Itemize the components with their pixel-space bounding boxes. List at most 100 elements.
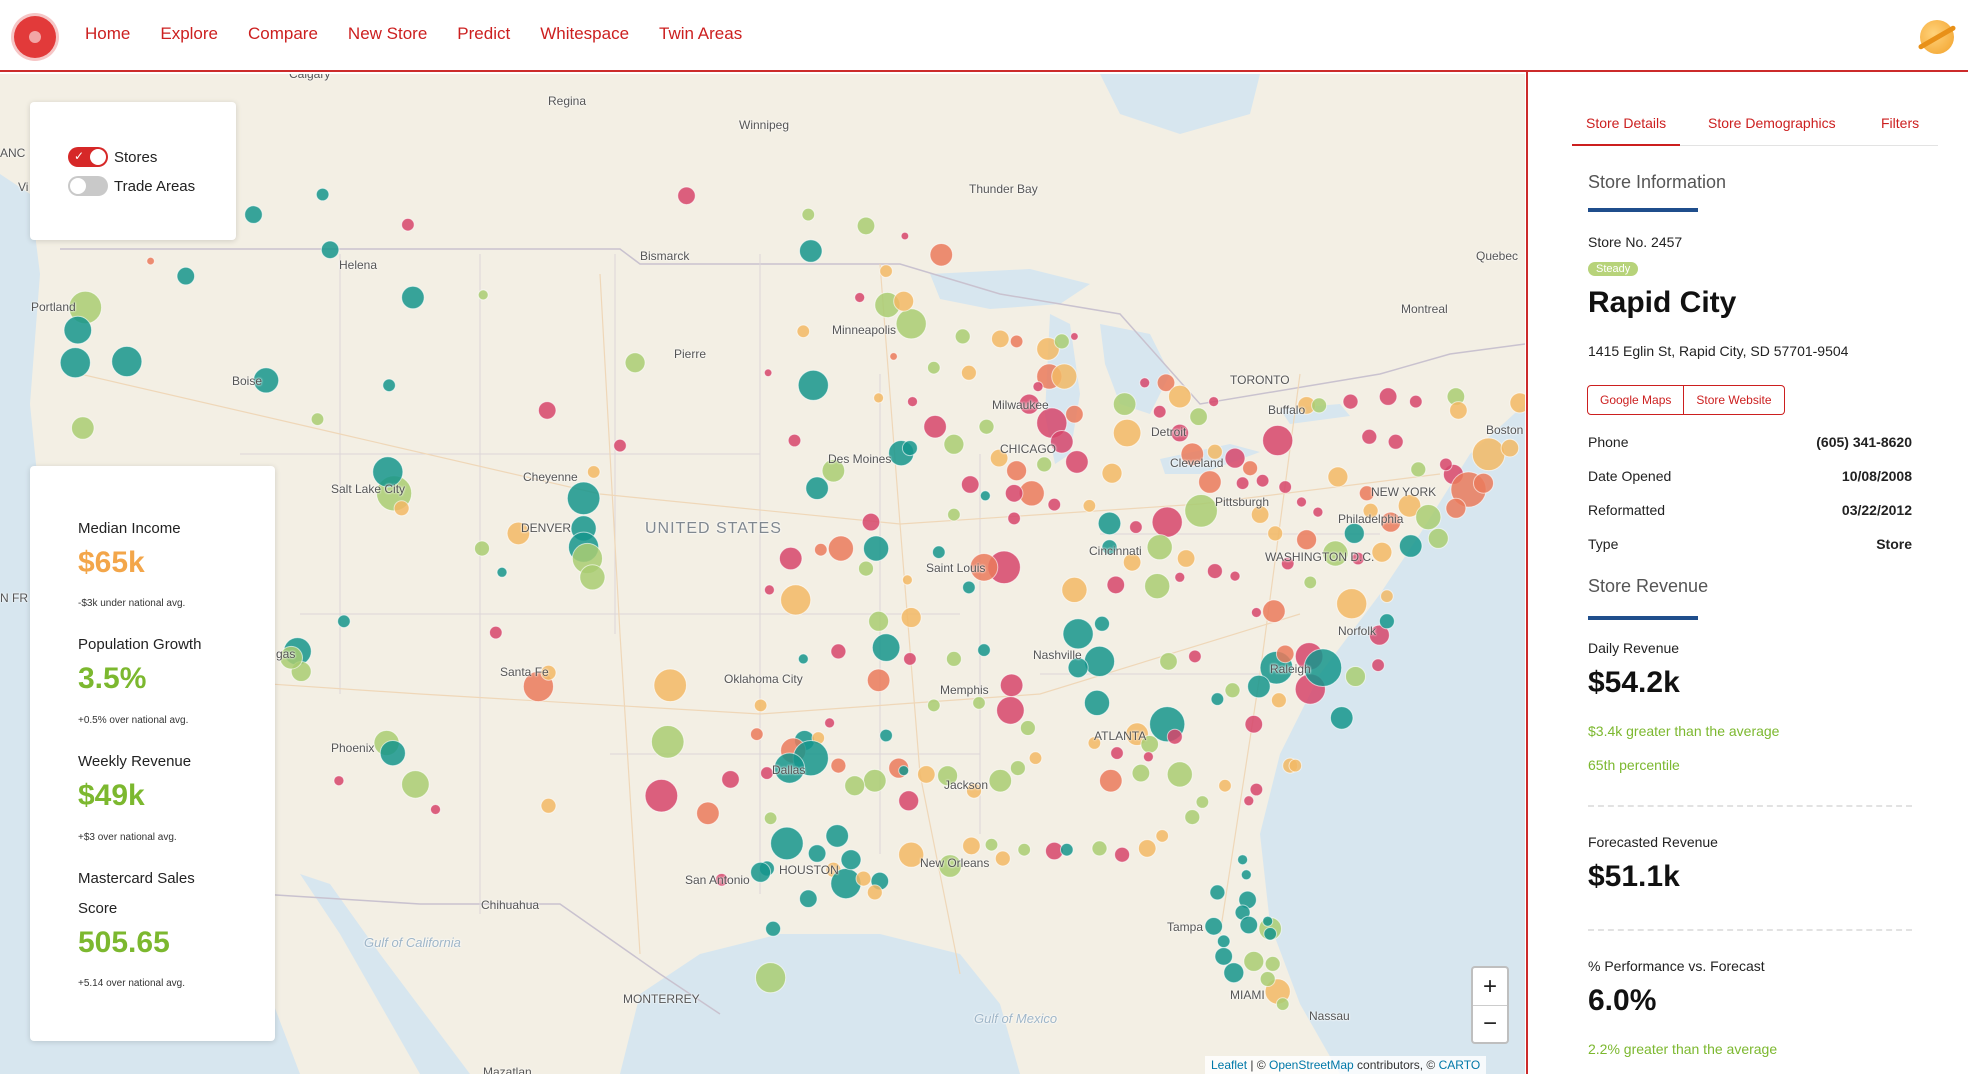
store-marker[interactable] <box>889 352 898 361</box>
store-marker[interactable] <box>1065 404 1084 424</box>
store-marker[interactable] <box>579 564 606 591</box>
store-marker[interactable] <box>1223 962 1245 984</box>
google-maps-button[interactable]: Google Maps <box>1587 385 1685 415</box>
store-marker[interactable] <box>927 698 941 713</box>
store-marker[interactable] <box>1174 571 1186 583</box>
store-marker[interactable] <box>1006 460 1028 482</box>
store-marker[interactable] <box>1509 392 1525 414</box>
store-marker[interactable] <box>827 535 855 562</box>
store-marker[interactable] <box>1445 497 1467 519</box>
store-marker[interactable] <box>1378 387 1398 406</box>
store-marker[interactable] <box>1099 768 1123 793</box>
store-marker[interactable] <box>477 289 489 301</box>
store-marker[interactable] <box>1112 418 1142 448</box>
store-marker[interactable] <box>1144 572 1171 600</box>
store-marker[interactable] <box>1168 384 1192 409</box>
store-marker[interactable] <box>863 535 890 562</box>
store-marker[interactable] <box>1500 438 1520 458</box>
store-marker[interactable] <box>1206 563 1223 580</box>
store-marker[interactable] <box>825 824 850 848</box>
store-marker[interactable] <box>977 643 991 657</box>
store-marker[interactable] <box>1198 470 1222 494</box>
store-marker[interactable] <box>962 580 976 595</box>
store-marker[interactable] <box>1101 462 1123 484</box>
store-marker[interactable] <box>763 811 778 826</box>
store-marker[interactable] <box>1007 511 1021 526</box>
store-marker[interactable] <box>540 797 557 814</box>
store-marker[interactable] <box>805 476 829 501</box>
store-marker[interactable] <box>796 324 811 339</box>
store-marker[interactable] <box>586 465 601 479</box>
store-marker[interactable] <box>379 740 406 767</box>
store-marker[interactable] <box>63 315 93 345</box>
store-marker[interactable] <box>1032 381 1044 393</box>
store-marker[interactable] <box>696 801 720 826</box>
store-marker[interactable] <box>1244 714 1264 734</box>
store-marker[interactable] <box>1427 527 1449 549</box>
store-marker[interactable] <box>1009 334 1024 349</box>
store-marker[interactable] <box>960 364 977 381</box>
store-marker[interactable] <box>111 345 143 378</box>
store-marker[interactable] <box>871 633 901 662</box>
store-marker[interactable] <box>879 728 893 743</box>
store-marker[interactable] <box>1091 840 1108 857</box>
store-marker[interactable] <box>146 256 155 266</box>
store-marker[interactable] <box>954 328 971 345</box>
store-marker[interactable] <box>898 765 910 777</box>
store-marker[interactable] <box>988 768 1013 793</box>
store-marker[interactable] <box>613 438 627 453</box>
store-marker[interactable] <box>1070 332 1079 341</box>
store-marker[interactable] <box>1129 520 1143 534</box>
store-marker[interactable] <box>903 652 917 666</box>
store-marker[interactable] <box>1061 576 1088 604</box>
store-marker[interactable] <box>900 607 922 628</box>
store-marker[interactable] <box>1415 504 1442 531</box>
store-marker[interactable] <box>1224 447 1246 469</box>
store-marker[interactable] <box>1114 846 1131 863</box>
store-marker[interactable] <box>1060 842 1074 857</box>
store-marker[interactable] <box>929 243 954 267</box>
store-marker[interactable] <box>1047 497 1062 512</box>
store-marker[interactable] <box>927 360 941 375</box>
store-marker[interactable] <box>830 643 847 660</box>
store-marker[interactable] <box>1371 541 1393 563</box>
store-marker[interactable] <box>1146 534 1173 561</box>
store-marker[interactable] <box>1210 692 1225 706</box>
store-marker[interactable] <box>1410 461 1427 478</box>
store-marker[interactable] <box>1263 927 1277 941</box>
store-marker[interactable] <box>901 440 918 457</box>
store-marker[interactable] <box>1017 842 1031 857</box>
store-marker[interactable] <box>1296 496 1307 508</box>
store-marker[interactable] <box>907 396 918 408</box>
store-marker[interactable] <box>401 770 430 799</box>
store-marker[interactable] <box>320 240 340 260</box>
store-marker[interactable] <box>1176 549 1196 568</box>
store-marker[interactable] <box>1255 473 1270 488</box>
store-website-button[interactable]: Store Website <box>1684 385 1785 415</box>
store-marker[interactable] <box>1009 760 1026 777</box>
store-marker[interactable] <box>310 412 325 427</box>
store-marker[interactable] <box>1327 466 1349 488</box>
store-marker[interactable] <box>895 308 927 340</box>
store-marker[interactable] <box>1106 575 1126 595</box>
store-marker[interactable] <box>854 292 866 303</box>
store-marker[interactable] <box>244 205 263 224</box>
store-marker[interactable] <box>653 668 688 703</box>
store-marker[interactable] <box>1019 720 1036 736</box>
store-marker[interactable] <box>1204 917 1223 936</box>
store-marker[interactable] <box>996 696 1025 725</box>
store-marker[interactable] <box>337 614 351 629</box>
store-marker[interactable] <box>1270 692 1287 709</box>
nav-explore[interactable]: Explore <box>145 24 233 44</box>
store-marker[interactable] <box>1439 457 1453 472</box>
store-marker[interactable] <box>991 329 1010 349</box>
store-marker[interactable] <box>866 884 883 901</box>
store-marker[interactable] <box>1398 534 1423 558</box>
store-marker[interactable] <box>801 207 816 222</box>
store-marker[interactable] <box>763 584 775 596</box>
planet-avatar-icon[interactable] <box>1920 20 1954 54</box>
store-marker[interactable] <box>1028 751 1043 765</box>
store-marker[interactable] <box>873 392 885 404</box>
carto-link[interactable]: CARTO <box>1439 1058 1481 1072</box>
store-marker[interactable] <box>1036 456 1053 473</box>
